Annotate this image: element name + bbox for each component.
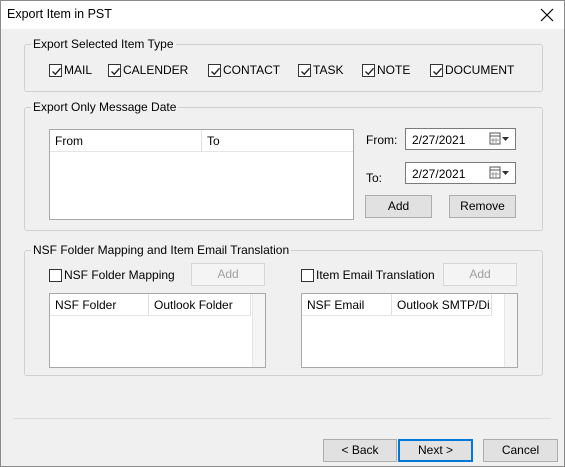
task-label: TASK xyxy=(313,63,344,77)
email-translation-list[interactable]: NSF Email Outlook SMTP/Di... xyxy=(301,293,518,368)
from-date-value: 2/27/2021 xyxy=(412,133,466,147)
document-label: DOCUMENT xyxy=(445,63,515,77)
nsf-email-column-header[interactable]: NSF Email xyxy=(302,294,392,316)
close-icon xyxy=(540,8,554,22)
mail-checkbox[interactable]: MAIL xyxy=(49,64,92,77)
nsf-folder-mapping-checkbox[interactable]: NSF Folder Mapping xyxy=(49,269,175,282)
item-type-legend: Export Selected Item Type xyxy=(31,37,176,51)
vertical-scrollbar[interactable] xyxy=(252,294,265,367)
date-legend: Export Only Message Date xyxy=(31,100,179,114)
next-button[interactable]: Next > xyxy=(398,439,473,462)
window-title: Export Item in PST xyxy=(7,7,112,21)
export-dialog: Export Item in PST Export Selected Item … xyxy=(0,0,565,467)
to-column-header[interactable]: To xyxy=(202,130,353,152)
to-date-value: 2/27/2021 xyxy=(412,167,466,181)
cancel-button[interactable]: Cancel xyxy=(483,439,558,462)
contact-checkbox[interactable]: CONTACT xyxy=(208,64,280,77)
checkbox-box xyxy=(49,64,62,77)
checkbox-box xyxy=(49,269,62,282)
item-email-translation-label: Item Email Translation xyxy=(316,268,435,282)
title-bar: Export Item in PST xyxy=(1,1,564,29)
from-date-picker[interactable]: 2/27/2021 xyxy=(405,128,516,150)
checkbox-box xyxy=(208,64,221,77)
email-list-header: NSF Email Outlook SMTP/Di... xyxy=(302,294,492,316)
add-email-translation-button[interactable]: Add xyxy=(443,263,517,286)
from-label: From: xyxy=(366,133,398,147)
note-label: NOTE xyxy=(377,63,411,77)
folder-list-header: NSF Folder Outlook Folder xyxy=(50,294,251,316)
calender-checkbox[interactable]: CALENDER xyxy=(108,64,188,77)
footer-separator xyxy=(13,418,551,419)
item-type-group: Export Selected Item Type MAIL CALENDER … xyxy=(24,37,543,92)
nsf-mapping-group: NSF Folder Mapping and Item Email Transl… xyxy=(24,243,543,376)
checkbox-box xyxy=(301,269,314,282)
calendar-icon[interactable] xyxy=(489,166,511,180)
nsf-mapping-legend: NSF Folder Mapping and Item Email Transl… xyxy=(31,243,292,257)
calendar-icon[interactable] xyxy=(489,132,511,146)
folder-mapping-list[interactable]: NSF Folder Outlook Folder xyxy=(49,293,266,368)
outlook-smtp-column-header[interactable]: Outlook SMTP/Di... xyxy=(392,294,492,316)
back-button[interactable]: < Back xyxy=(323,439,397,462)
mail-label: MAIL xyxy=(64,63,93,77)
date-range-list[interactable]: From To xyxy=(49,129,354,220)
nsf-folder-mapping-label: NSF Folder Mapping xyxy=(64,268,175,282)
checkbox-box xyxy=(298,64,311,77)
close-button[interactable] xyxy=(530,1,564,29)
remove-date-button[interactable]: Remove xyxy=(449,195,516,218)
add-date-button[interactable]: Add xyxy=(365,195,432,218)
contact-label: CONTACT xyxy=(223,63,281,77)
date-list-header: From To xyxy=(50,130,353,152)
checkbox-box xyxy=(362,64,375,77)
checkbox-box xyxy=(108,64,121,77)
to-date-picker[interactable]: 2/27/2021 xyxy=(405,162,516,184)
to-label: To: xyxy=(366,171,383,185)
date-group: Export Only Message Date From To From: 2… xyxy=(24,100,543,231)
from-column-header[interactable]: From xyxy=(50,130,202,152)
checkbox-box xyxy=(430,64,443,77)
task-checkbox[interactable]: TASK xyxy=(298,64,343,77)
add-folder-mapping-button[interactable]: Add xyxy=(191,263,265,286)
nsf-folder-column-header[interactable]: NSF Folder xyxy=(50,294,149,316)
calender-label: CALENDER xyxy=(123,63,189,77)
outlook-folder-column-header[interactable]: Outlook Folder xyxy=(149,294,251,316)
item-email-translation-checkbox[interactable]: Item Email Translation xyxy=(301,269,435,282)
document-checkbox[interactable]: DOCUMENT xyxy=(430,64,514,77)
note-checkbox[interactable]: NOTE xyxy=(362,64,410,77)
vertical-scrollbar[interactable] xyxy=(504,294,517,367)
